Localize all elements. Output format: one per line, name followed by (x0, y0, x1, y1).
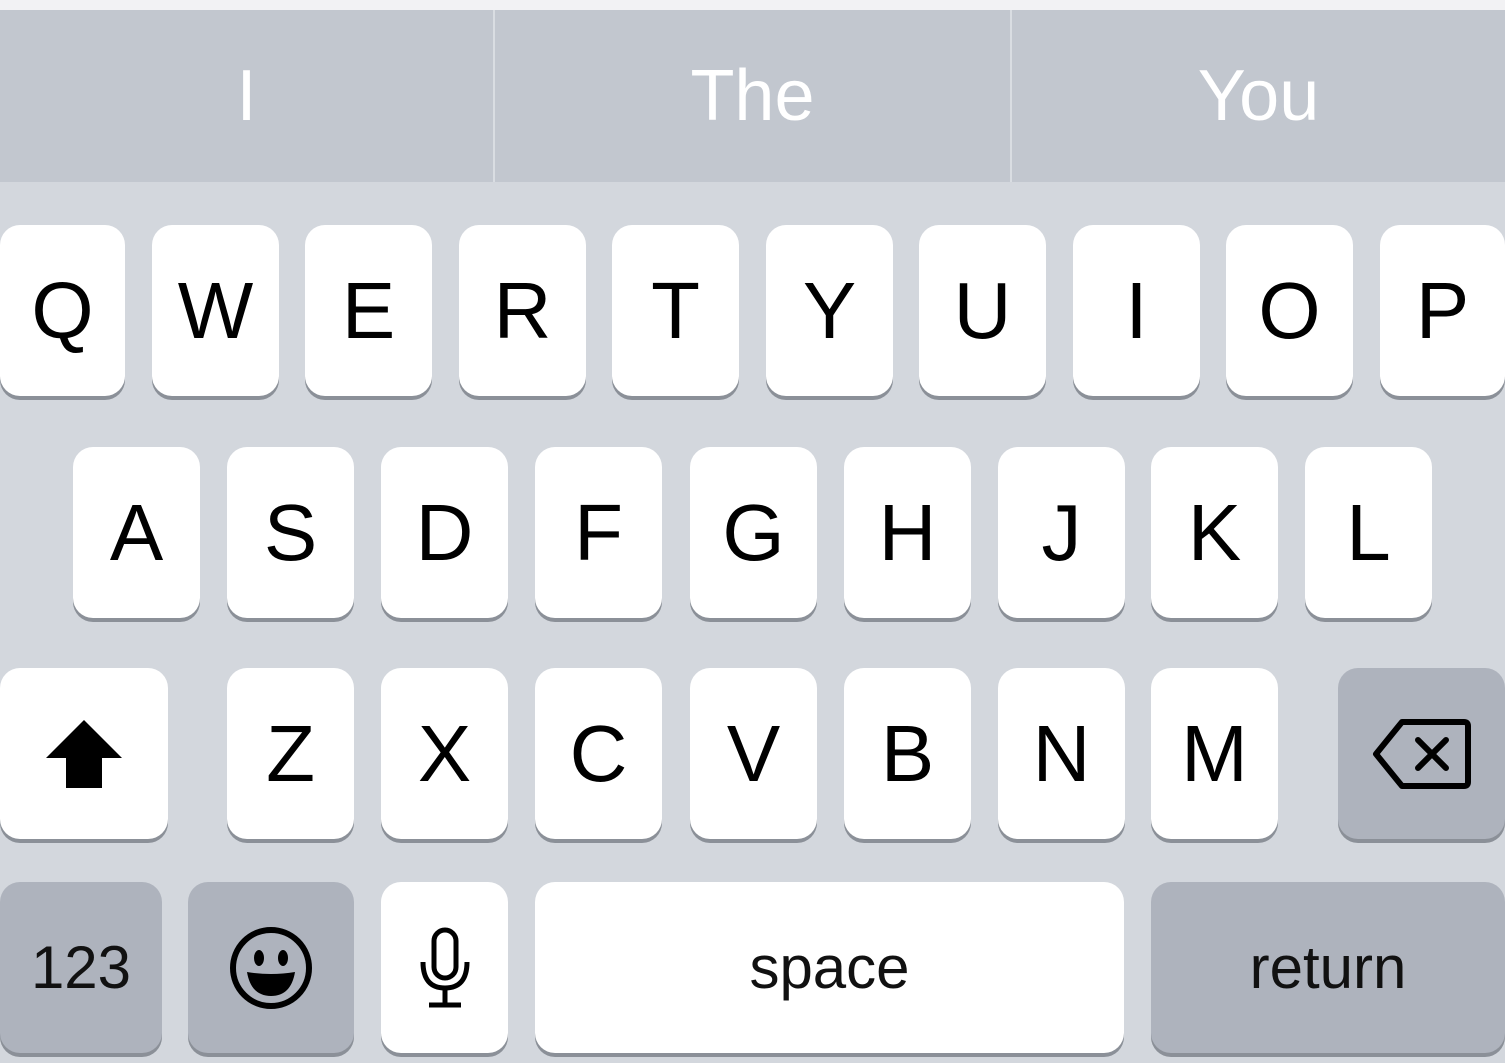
key-label: I (1125, 265, 1148, 355)
key-s[interactable]: S (227, 447, 354, 618)
suggestion-1[interactable]: I (0, 10, 493, 182)
key-v[interactable]: V (690, 668, 817, 839)
key-label: E (341, 265, 396, 355)
key-label: D (415, 487, 474, 577)
key-n[interactable]: N (998, 668, 1125, 839)
shift-key[interactable] (0, 668, 168, 839)
key-o[interactable]: O (1226, 225, 1353, 396)
key-label: T (651, 265, 700, 355)
key-label: Y (802, 265, 857, 355)
key-e[interactable]: E (305, 225, 432, 396)
microphone-icon (417, 926, 473, 1010)
backspace-icon (1372, 718, 1472, 790)
key-c[interactable]: C (535, 668, 662, 839)
key-label: S (263, 487, 318, 577)
key-label: B (880, 708, 935, 798)
key-label: C (569, 708, 628, 798)
delete-key[interactable] (1338, 668, 1505, 839)
key-p[interactable]: P (1380, 225, 1505, 396)
key-label: O (1258, 265, 1321, 355)
key-label: W (177, 265, 254, 355)
return-key-label: return (1249, 933, 1407, 1001)
key-d[interactable]: D (381, 447, 508, 618)
space-key[interactable]: space (535, 882, 1124, 1053)
key-label: M (1181, 708, 1248, 798)
key-label: N (1032, 708, 1091, 798)
key-label: Q (31, 265, 94, 355)
dictation-key[interactable] (381, 882, 508, 1053)
key-z[interactable]: Z (227, 668, 354, 839)
predictive-suggestion-bar: I The You (0, 10, 1505, 182)
key-l[interactable]: L (1305, 447, 1432, 618)
key-a[interactable]: A (73, 447, 200, 618)
key-label: G (722, 487, 785, 577)
suggestion-divider (1010, 10, 1012, 182)
suggestion-2[interactable]: The (495, 10, 1010, 182)
suggestion-3[interactable]: You (1012, 10, 1505, 182)
return-key[interactable]: return (1151, 882, 1505, 1053)
key-f[interactable]: F (535, 447, 662, 618)
key-label: V (726, 708, 781, 798)
key-h[interactable]: H (844, 447, 971, 618)
space-key-label: space (749, 933, 910, 1001)
shift-arrow-icon (44, 718, 124, 790)
emoji-key[interactable] (188, 882, 354, 1053)
key-label: Z (266, 708, 315, 798)
key-m[interactable]: M (1151, 668, 1278, 839)
suggestion-divider (493, 10, 495, 182)
key-label: A (109, 487, 164, 577)
key-w[interactable]: W (152, 225, 279, 396)
key-label: J (1041, 487, 1082, 577)
top-strip (0, 0, 1505, 10)
key-u[interactable]: U (919, 225, 1046, 396)
numbers-key-label: 123 (30, 933, 132, 1001)
numbers-key[interactable]: 123 (0, 882, 162, 1053)
key-g[interactable]: G (690, 447, 817, 618)
key-j[interactable]: J (998, 447, 1125, 618)
key-label: K (1187, 487, 1242, 577)
key-label: L (1346, 487, 1391, 577)
key-label: R (493, 265, 552, 355)
key-label: U (953, 265, 1012, 355)
key-label: F (574, 487, 623, 577)
key-label: H (878, 487, 937, 577)
key-r[interactable]: R (459, 225, 586, 396)
key-k[interactable]: K (1151, 447, 1278, 618)
key-t[interactable]: T (612, 225, 739, 396)
key-y[interactable]: Y (766, 225, 893, 396)
key-label: X (417, 708, 472, 798)
smiley-face-icon (229, 926, 313, 1010)
key-i[interactable]: I (1073, 225, 1200, 396)
key-b[interactable]: B (844, 668, 971, 839)
key-x[interactable]: X (381, 668, 508, 839)
key-label: P (1415, 265, 1470, 355)
key-q[interactable]: Q (0, 225, 125, 396)
